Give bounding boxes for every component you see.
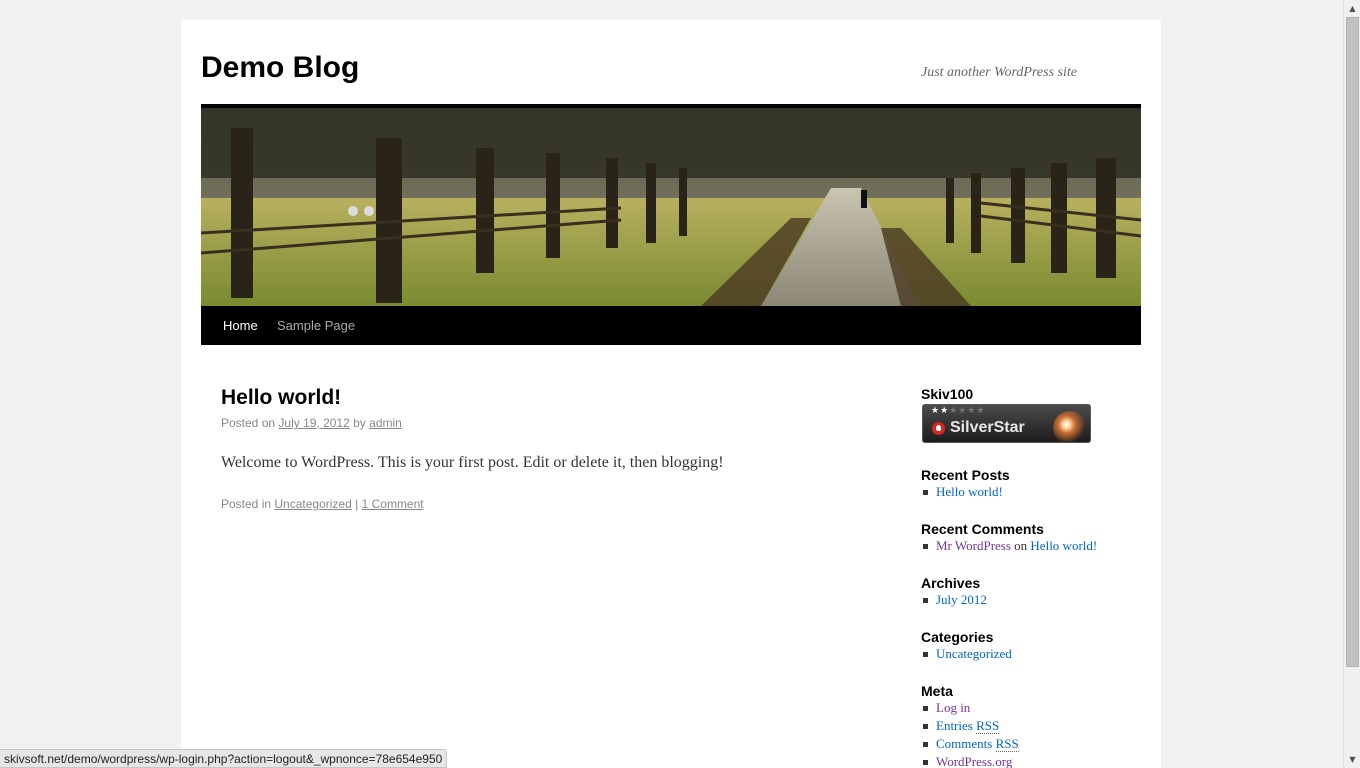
post-content: Welcome to WordPress. This is your first… [221,454,724,471]
entries-rss-link[interactable]: Entries RSS [936,718,1000,734]
list-item: Entries RSS [921,717,1019,735]
nav-item-home[interactable]: Home [223,306,258,345]
scroll-down-arrow-icon[interactable]: ▼ [1344,751,1360,768]
category-link[interactable]: Uncategorized [936,646,1012,661]
list-item: July 2012 [921,591,987,609]
browser-status-bar: skivsoft.net/demo/wordpress/wp-login.php… [0,749,448,768]
list-item: Mr WordPress on Hello world! [921,537,1097,555]
post-meta-by: by [353,416,366,430]
post-utility-prefix: Posted in [221,497,272,511]
categories-list: Uncategorized [921,645,1012,663]
post-utility: Posted in Uncategorized | 1 Comment [221,497,424,511]
comments-rss-abbr: RSS [995,736,1019,752]
recent-posts-list: Hello world! [921,483,1003,501]
comments-rss-prefix: Comments [936,736,993,751]
nav-item-sample-page[interactable]: Sample Page [277,306,355,345]
comments-rss-link[interactable]: Comments RSS [936,736,1019,752]
list-item: Comments RSS [921,735,1019,753]
post-utility-separator: | [355,497,359,511]
recent-posts-title: Recent Posts [921,467,1010,483]
badge-glow-icon [1053,411,1087,442]
recent-comments-title: Recent Comments [921,521,1044,537]
archives-title: Archives [921,575,981,591]
header-image [201,108,1141,306]
entries-rss-abbr: RSS [976,718,1000,734]
list-item: WordPress.org [921,753,1019,768]
silverstar-badge[interactable]: ★★★★★★ SilverStar [922,404,1091,443]
categories-title: Categories [921,629,994,645]
scrollbar-thumb[interactable] [1346,17,1359,667]
meta-list: Log in Entries RSS Comments RSS WordPres… [921,699,1019,768]
wordpress-org-link[interactable]: WordPress.org [936,754,1012,768]
post-date-link[interactable]: July 19, 2012 [278,416,349,430]
archive-link[interactable]: July 2012 [936,592,987,607]
site-title[interactable]: Demo Blog [201,50,359,86]
recent-post-link[interactable]: Hello world! [936,484,1003,499]
post-category-link[interactable]: Uncategorized [274,497,351,511]
post-meta-prefix: Posted on [221,416,276,430]
page-wrapper: Demo Blog Just another WordPress site Ho… [181,20,1161,768]
meta-title: Meta [921,683,953,699]
entries-rss-prefix: Entries [936,718,973,733]
comment-post-link[interactable]: Hello world! [1030,538,1097,553]
post-title[interactable]: Hello world! [221,386,341,410]
login-link[interactable]: Log in [936,700,970,715]
archives-list: July 2012 [921,591,987,609]
comment-on-text: on [1014,538,1028,553]
star-rating: ★★★★★★ [931,406,986,416]
main-navigation: Home Sample Page [201,306,1141,345]
pokerstars-logo-icon [932,422,945,435]
badge-label: SilverStar [950,419,1025,436]
list-item: Log in [921,699,1019,717]
post-comments-link[interactable]: 1 Comment [362,497,424,511]
vertical-scrollbar[interactable]: ▲ ▼ [1343,0,1360,768]
comment-author-link[interactable]: Mr WordPress [936,538,1011,553]
post-author-link[interactable]: admin [369,416,402,430]
list-item: Uncategorized [921,645,1012,663]
badge-widget-title: Skiv100 [921,386,974,402]
scroll-up-arrow-icon[interactable]: ▲ [1344,0,1360,17]
site-description: Just another WordPress site [921,65,1077,80]
post-meta: Posted on July 19, 2012 by admin [221,416,402,430]
recent-comments-list: Mr WordPress on Hello world! [921,537,1097,555]
list-item: Hello world! [921,483,1003,501]
